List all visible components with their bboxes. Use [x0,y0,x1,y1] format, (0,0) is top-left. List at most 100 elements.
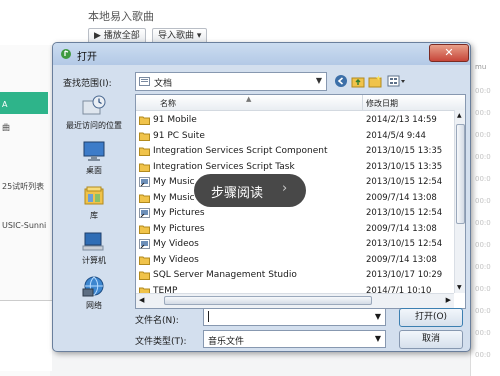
file-type-dropdown[interactable]: 音乐文件 ▼ [203,330,386,348]
file-name: My Pictures [153,223,205,234]
shortcut-folder-icon [139,239,150,249]
file-name: 91 PC Suite [153,130,205,141]
horizontal-scrollbar[interactable]: ◀ ▶ [136,293,454,308]
scroll-down-icon[interactable]: ▼ [457,284,462,291]
background-duration-column: mu 00:0 00:0 00:0 00:0 00:0 00:0 00:0 00… [470,45,500,376]
duration-text: 00:0 [475,219,491,227]
open-button[interactable]: 打开(O) [399,308,463,327]
file-list-row[interactable]: 91 Mobile 2014/2/13 14:59 [136,113,454,128]
cancel-button[interactable]: 取消 [399,330,463,349]
background-ad-banner [0,300,52,371]
background-toolbar: 本地易入歌曲 ▶ 播放全部 导入歌曲 ▾ [0,0,500,45]
shortcut-folder-icon [139,177,150,187]
place-recent[interactable]: 最近访问的位置 [59,95,129,131]
file-list-row[interactable]: SQL Server Management Studio 2013/10/17 1… [136,268,454,283]
file-date: 2013/10/15 12:54 [366,239,443,249]
duration-text: 00:0 [475,263,491,271]
new-folder-icon[interactable] [368,74,382,88]
file-name: My Videos [153,239,199,249]
folder-icon [139,255,150,265]
file-list-row[interactable]: Integration Services Script Task 2013/10/… [136,160,454,175]
duration-text: 00:0 [475,285,491,293]
duration-text: 00:0 [475,197,491,205]
file-name-input[interactable]: ▼ [203,308,386,326]
file-list-row[interactable]: Integration Services Script Component 201… [136,144,454,159]
file-list-row[interactable]: 91 PC Suite 2014/5/4 9:44 [136,129,454,144]
place-desktop[interactable]: 桌面 [59,140,129,176]
background-sidebar-text: A [2,100,8,109]
place-computer[interactable]: 计算机 [59,230,129,266]
up-folder-icon[interactable] [351,74,365,88]
view-menu-icon[interactable] [387,74,407,88]
desktop-icon [83,141,105,161]
step-reading-overlay[interactable]: 步骤阅读 › [194,174,306,207]
file-list-row[interactable]: My Videos 2013/10/15 12:54 [136,237,454,252]
scroll-left-icon[interactable]: ◀ [139,296,144,304]
duration-text: 00:0 [475,153,491,161]
duration-text: 00:0 [475,351,491,359]
folder-icon [139,270,150,280]
text-caret [208,311,209,322]
place-libraries[interactable]: 库 [59,185,129,221]
chevron-down-icon[interactable]: ▼ [375,334,381,343]
folder-icon [139,224,150,234]
vertical-scroll-thumb[interactable] [456,124,465,224]
background-title: 本地易入歌曲 [88,10,154,23]
horizontal-scroll-thumb[interactable] [164,296,372,305]
folder-icon [139,131,150,141]
shortcut-folder-icon [139,208,150,218]
file-date: 2013/10/15 12:54 [366,208,443,218]
chevron-down-icon[interactable]: ▼ [316,76,322,85]
file-name-label: 文件名(N): [135,316,179,326]
file-date: 2009/7/14 13:08 [366,223,437,234]
background-sidebar-text: 曲 [2,123,10,132]
computer-icon [82,232,104,251]
duration-text: mu [475,63,487,71]
duration-text: 00:0 [475,241,491,249]
dialog-titlebar[interactable]: 打开 ✕ [53,43,470,65]
column-header-name[interactable]: 名称 [160,98,176,109]
background-sidebar-text: 25试听列表 [2,182,45,191]
place-network[interactable]: 网络 [59,275,129,311]
vertical-scrollbar[interactable]: ▲ ▼ [454,110,465,293]
file-date: 2013/10/17 10:29 [366,270,443,280]
scroll-right-icon[interactable]: ▶ [446,296,451,304]
close-button[interactable]: ✕ [429,44,469,62]
file-list-row[interactable]: My Pictures 2013/10/15 12:54 [136,206,454,221]
overlay-label: 步骤阅读 [211,186,264,201]
file-date: 2009/7/14 13:08 [366,254,437,265]
file-type-value: 音乐文件 [208,337,245,347]
libraries-icon [84,186,104,205]
column-header-date[interactable]: 修改日期 [366,98,398,109]
folder-icon [139,193,150,203]
folder-icon [139,146,150,156]
place-label: 网络 [86,301,102,310]
file-name: Integration Services Script Component [153,146,328,156]
look-in-dropdown[interactable]: 文档 ▼ [135,72,327,91]
file-date: 2014/2/13 14:59 [366,115,437,125]
place-label: 库 [90,211,98,220]
file-date: 2014/5/4 9:44 [366,130,426,141]
duration-text: 00:0 [475,175,491,183]
duration-text: 00:0 [475,131,491,139]
documents-folder-icon [139,77,150,86]
chevron-right-icon: › [282,181,288,196]
places-bar: 最近访问的位置 桌面 库 计算机 网络 [59,95,129,313]
app-icon [61,49,71,59]
back-icon[interactable] [334,74,348,88]
file-list-row[interactable]: My Pictures 2009/7/14 13:08 [136,222,454,237]
column-separator [362,95,363,110]
file-name: My Music [153,192,195,203]
file-name: My Videos [153,254,199,265]
scroll-up-icon[interactable]: ▲ [457,112,462,119]
background-sidebar-text: USIC-Sunni [2,221,47,230]
chevron-down-icon[interactable]: ▼ [375,312,381,321]
file-name: Integration Services Script Task [153,161,295,172]
file-list-row[interactable]: My Videos 2009/7/14 13:08 [136,253,454,268]
duration-text: 00:0 [475,87,491,95]
file-list-header: 名称 ▲ 修改日期 [136,95,465,111]
recent-places-icon [82,95,106,115]
duration-text: 00:0 [475,109,491,117]
file-name: My Pictures [153,208,205,218]
dialog-title: 打开 [77,52,97,63]
